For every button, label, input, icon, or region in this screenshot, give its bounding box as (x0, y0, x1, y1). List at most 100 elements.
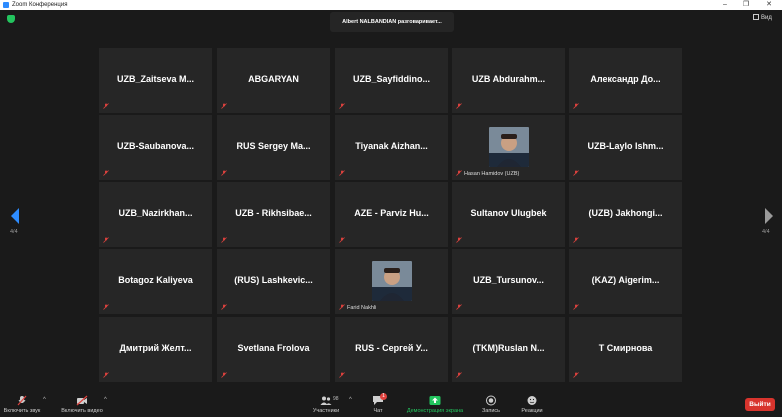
muted-microphone-icon (339, 304, 345, 310)
participant-tile[interactable]: Sultanov Ulugbek (452, 182, 565, 247)
participant-name: UZB_Tursunov... (473, 275, 544, 285)
zoom-app-icon (3, 2, 9, 8)
participant-tile[interactable]: UZB_Sayfiddino... (335, 48, 448, 113)
participant-tile[interactable]: Александр До... (569, 48, 682, 113)
muted-microphone-icon (456, 304, 462, 310)
muted-microphone-icon (339, 103, 345, 109)
reactions-button[interactable]: Реакции (516, 389, 548, 417)
reactions-label: Реакции (521, 408, 543, 414)
participant-tile[interactable]: UZB_Nazirkhan... (99, 182, 212, 247)
participant-name: (TKM)Ruslan N... (472, 343, 545, 353)
participant-name: (KAZ) Aigerim... (591, 275, 660, 285)
muted-microphone-icon (456, 170, 462, 176)
chat-unread-badge: 1 (380, 393, 387, 400)
participant-name: RUS - Сергей У... (355, 343, 428, 353)
leave-button[interactable]: Выйти (745, 398, 775, 411)
participant-name: Tiyanak Aizhan... (355, 141, 428, 151)
muted-microphone-icon (456, 372, 462, 378)
video-options-caret-icon[interactable]: ^ (104, 397, 107, 403)
participant-tile[interactable]: UZB Abdurahm... (452, 48, 565, 113)
participant-tile[interactable]: UZB_Zaitseva M... (99, 48, 212, 113)
participant-tile[interactable]: Tiyanak Aizhan... (335, 115, 448, 180)
participant-tile[interactable]: UZB - Rikhsibae... (217, 182, 330, 247)
participants-options-caret-icon[interactable]: ^ (349, 397, 352, 403)
participant-name: ABGARYAN (248, 74, 299, 84)
participant-name: RUS Sergey Ma... (236, 141, 311, 151)
grid-view-icon (753, 14, 759, 21)
participant-name: Александр До... (590, 74, 661, 84)
start-video-button[interactable]: Включить видео (57, 389, 107, 417)
participants-icon (320, 396, 332, 405)
participant-tile[interactable]: Farid Nakhli (335, 249, 448, 314)
participant-tile[interactable]: AZE - Parviz Hu... (335, 182, 448, 247)
muted-microphone-icon (221, 103, 227, 109)
participant-tile[interactable]: UZB-Laylo Ishm... (569, 115, 682, 180)
share-screen-button[interactable]: Демонстрация экрана (400, 389, 470, 417)
chat-button[interactable]: Чат (364, 389, 392, 417)
page-indicator-left: 4/4 (10, 229, 18, 235)
participant-name: (RUS) Lashkevic... (234, 275, 313, 285)
participant-tile[interactable]: (RUS) Lashkevic... (217, 249, 330, 314)
participant-tile[interactable]: (UZB) Jakhongi... (569, 182, 682, 247)
participant-tile[interactable]: RUS Sergey Ma... (217, 115, 330, 180)
participant-tile[interactable]: Т Смирнова (569, 317, 682, 382)
unmute-button[interactable]: Включить звук (2, 389, 42, 417)
participant-name: Svetlana Frolova (237, 343, 310, 353)
share-screen-label: Демонстрация экрана (406, 408, 464, 414)
view-button[interactable]: Вид (753, 13, 772, 23)
muted-microphone-icon (221, 304, 227, 310)
participant-tile[interactable]: Hasan Hamidov (UZB) (452, 115, 565, 180)
participant-tile[interactable]: Дмитрий Желт... (99, 317, 212, 382)
muted-microphone-icon (103, 372, 109, 378)
next-page-button[interactable] (762, 206, 776, 226)
muted-microphone-icon (573, 103, 579, 109)
participant-name: UZB - Rikhsibae... (235, 208, 312, 218)
share-screen-icon (429, 396, 441, 405)
participants-button[interactable]: Участники (306, 389, 346, 417)
chevron-right-icon (765, 208, 773, 224)
participant-tile[interactable]: Botagoz Kaliyeva (99, 249, 212, 314)
record-button[interactable]: Запись (476, 389, 506, 417)
muted-microphone-icon (456, 103, 462, 109)
muted-microphone-icon (456, 237, 462, 243)
maximize-icon[interactable]: ❐ (737, 0, 755, 10)
participant-name: UZB_Nazirkhan... (118, 208, 193, 218)
minimize-icon[interactable]: – (716, 0, 734, 10)
muted-microphone-icon (221, 237, 227, 243)
previous-page-button[interactable] (8, 206, 22, 226)
participant-name: Sultanov Ulugbek (470, 208, 547, 218)
meeting-toolbar: Включить звук ^ Включить видео ^ Участни… (0, 389, 782, 417)
participant-name: Т Смирнова (598, 343, 653, 353)
participant-tile[interactable]: Svetlana Frolova (217, 317, 330, 382)
muted-microphone-icon (103, 170, 109, 176)
audio-options-caret-icon[interactable]: ^ (43, 397, 46, 403)
participant-tile[interactable]: RUS - Сергей У... (335, 317, 448, 382)
window-titlebar: Zoom Конференция – ❐ ✕ (0, 0, 782, 10)
muted-microphone-icon (103, 304, 109, 310)
encryption-shield-icon[interactable] (7, 15, 15, 23)
muted-microphone-icon (573, 304, 579, 310)
participant-name: UZB_Zaitseva M... (116, 74, 195, 84)
participant-tile[interactable]: (KAZ) Aigerim... (569, 249, 682, 314)
muted-microphone-icon (573, 372, 579, 378)
camera-off-icon (76, 395, 88, 406)
participants-count: 98 (333, 396, 339, 402)
muted-microphone-icon (339, 237, 345, 243)
participant-tile[interactable]: UZB_Tursunov... (452, 249, 565, 314)
muted-microphone-icon (339, 170, 345, 176)
participant-tile[interactable]: (TKM)Ruslan N... (452, 317, 565, 382)
muted-microphone-icon (221, 170, 227, 176)
participant-video-thumbnail (372, 261, 412, 301)
close-icon[interactable]: ✕ (760, 0, 778, 10)
muted-microphone-icon (573, 237, 579, 243)
participant-tile[interactable]: UZB-Saubanova... (99, 115, 212, 180)
unmute-label: Включить звук (3, 408, 41, 414)
chevron-left-icon (11, 208, 19, 224)
reactions-smiley-icon (527, 396, 537, 405)
participant-name: Дмитрий Желт... (119, 343, 192, 353)
page-indicator-right: 4/4 (762, 229, 770, 235)
participant-name: UZB-Saubanova... (116, 141, 194, 151)
participant-tile[interactable]: ABGARYAN (217, 48, 330, 113)
participant-name: (UZB) Jakhongi... (588, 208, 663, 218)
participant-caption: Hasan Hamidov (UZB) (464, 171, 520, 177)
